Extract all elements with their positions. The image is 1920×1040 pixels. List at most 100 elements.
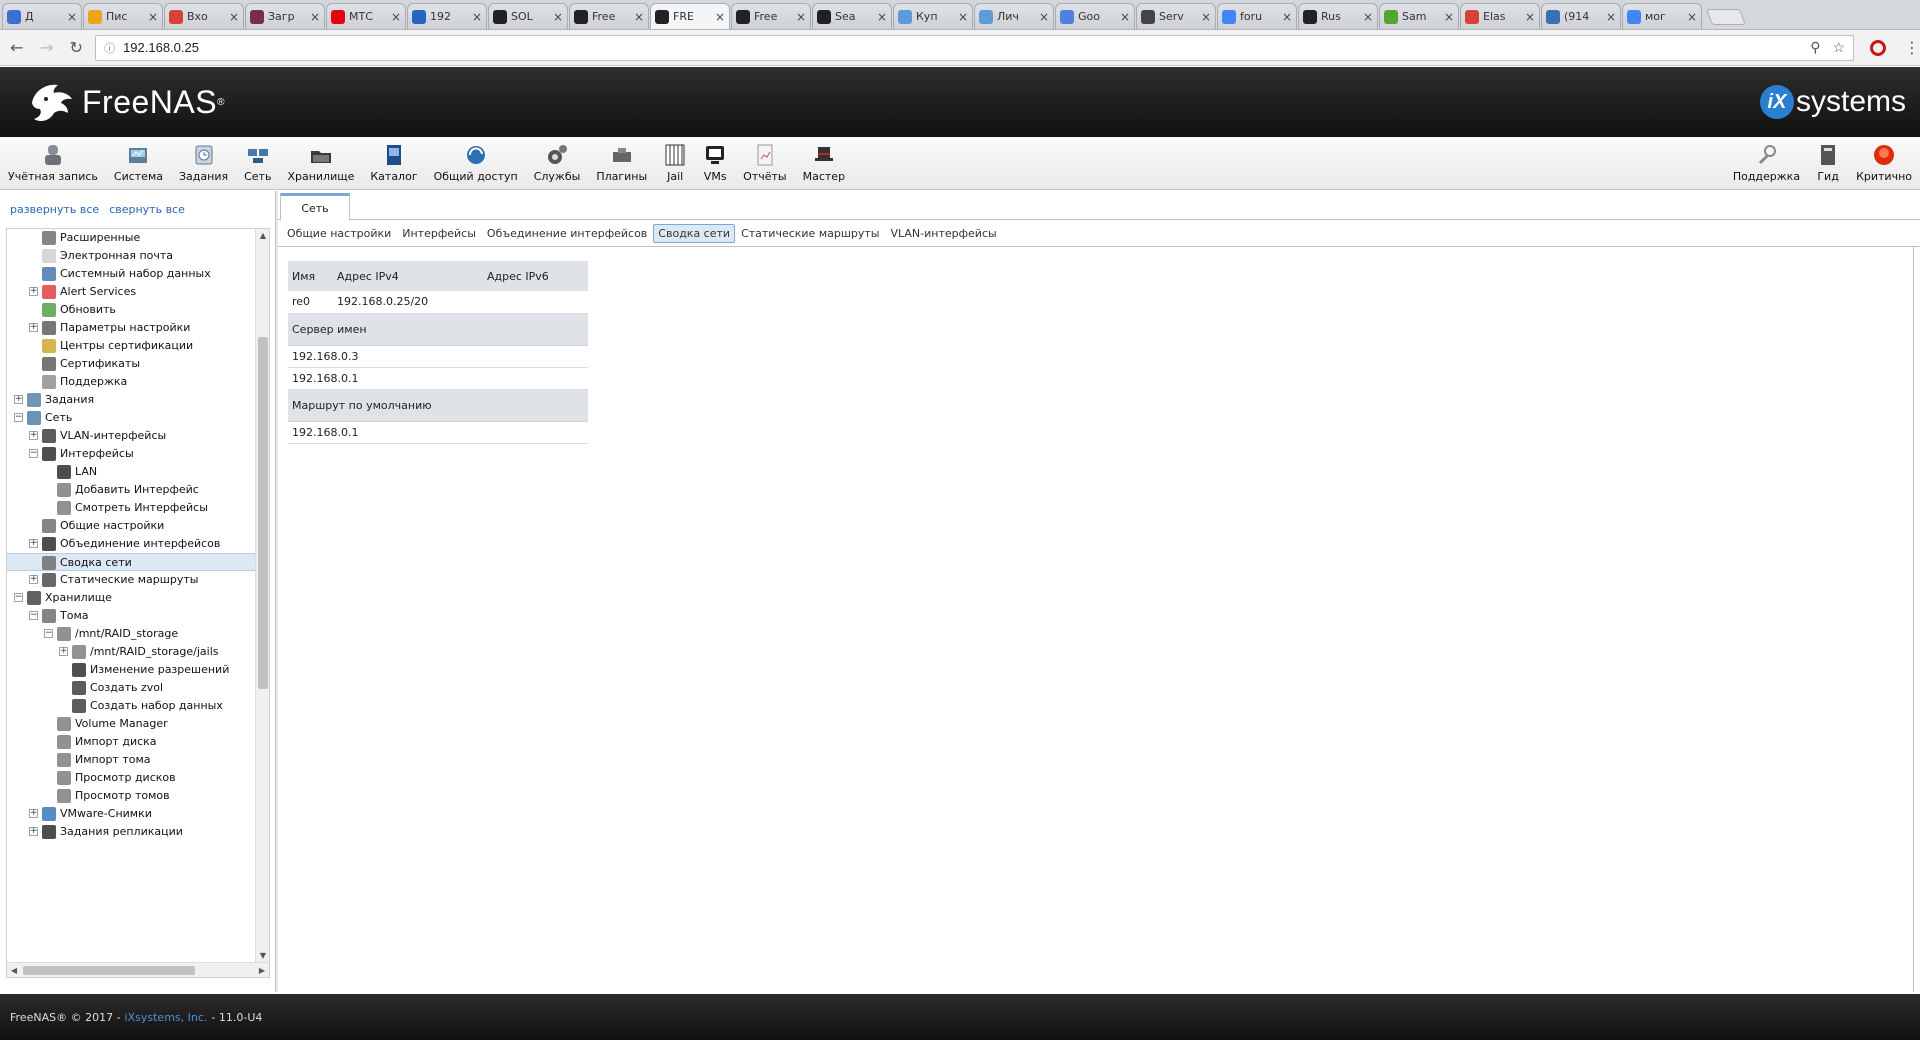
toolbar-button-plugins[interactable]: Плагины — [588, 137, 655, 189]
subtab[interactable]: Объединение интерфейсов — [482, 224, 652, 243]
collapse-all-link[interactable]: свернуть все — [109, 203, 185, 216]
tree-item[interactable]: Импорт диска — [7, 733, 256, 751]
toolbar-button-services[interactable]: Службы — [526, 137, 589, 189]
footer-company-link[interactable]: iXsystems, Inc. — [125, 1011, 208, 1024]
tree-item[interactable]: Изменение разрешений — [7, 661, 256, 679]
close-tab-icon[interactable]: × — [148, 10, 158, 24]
tree-item[interactable]: Сертификаты — [7, 355, 256, 373]
browser-tab[interactable]: Free × — [569, 3, 649, 29]
close-tab-icon[interactable]: × — [796, 10, 806, 24]
tree-item[interactable]: + Задания репликации — [7, 823, 256, 841]
tree-item[interactable]: Импорт тома — [7, 751, 256, 769]
close-tab-icon[interactable]: × — [1606, 10, 1616, 24]
tree-item[interactable]: Просмотр томов — [7, 787, 256, 805]
tree-item[interactable]: + VLAN-интерфейсы — [7, 427, 256, 445]
subtab[interactable]: Общие настройки — [282, 224, 396, 243]
expand-icon[interactable]: + — [29, 575, 38, 584]
close-tab-icon[interactable]: × — [1120, 10, 1130, 24]
collapse-icon[interactable]: − — [14, 593, 23, 602]
browser-tab[interactable]: Д × — [2, 3, 82, 29]
expand-icon[interactable]: + — [59, 647, 68, 656]
close-tab-icon[interactable]: × — [1282, 10, 1292, 24]
browser-tab[interactable]: мог × — [1622, 3, 1702, 29]
close-tab-icon[interactable]: × — [391, 10, 401, 24]
close-tab-icon[interactable]: × — [229, 10, 239, 24]
new-tab-button[interactable] — [1706, 9, 1746, 25]
tab-network[interactable]: Сеть — [280, 193, 350, 221]
browser-tab[interactable]: МТС × — [326, 3, 406, 29]
close-tab-icon[interactable]: × — [1039, 10, 1049, 24]
tree-item[interactable]: Смотреть Интерфейсы — [7, 499, 256, 517]
expand-icon[interactable]: + — [29, 809, 38, 818]
toolbar-button-directory[interactable]: Каталог — [362, 137, 425, 189]
browser-tab[interactable]: Пис × — [83, 3, 163, 29]
tree-item[interactable]: + Объединение интерфейсов — [7, 535, 256, 553]
browser-tab[interactable]: Лич × — [974, 3, 1054, 29]
toolbar-button-guide[interactable]: Гид — [1808, 137, 1848, 189]
close-tab-icon[interactable]: × — [553, 10, 563, 24]
tree-item[interactable]: Расширенные — [7, 229, 256, 247]
browser-tab[interactable]: Serv × — [1136, 3, 1216, 29]
scroll-down-icon[interactable]: ▼ — [256, 949, 269, 963]
scroll-up-icon[interactable]: ▲ — [256, 229, 269, 243]
toolbar-button-reports[interactable]: Отчёты — [735, 137, 794, 189]
tree-item[interactable]: Электронная почта — [7, 247, 256, 265]
close-tab-icon[interactable]: × — [1201, 10, 1211, 24]
expand-icon[interactable]: + — [29, 287, 38, 296]
browser-tab[interactable]: Sam × — [1379, 3, 1459, 29]
tree-item[interactable]: LAN — [7, 463, 256, 481]
scroll-right-icon[interactable]: ▶ — [255, 963, 269, 977]
browser-tab[interactable]: Куп × — [893, 3, 973, 29]
tree-item[interactable]: Создать zvol — [7, 679, 256, 697]
tree-item[interactable]: Добавить Интерфейс — [7, 481, 256, 499]
browser-tab[interactable]: Вхо × — [164, 3, 244, 29]
browser-tab[interactable]: SOL × — [488, 3, 568, 29]
tree-item[interactable]: Создать набор данных — [7, 697, 256, 715]
collapse-icon[interactable]: − — [44, 629, 53, 638]
browser-tab[interactable]: (914 × — [1541, 3, 1621, 29]
browser-tab[interactable]: foru × — [1217, 3, 1297, 29]
toolbar-button-support[interactable]: Поддержка — [1725, 137, 1808, 189]
browser-tab[interactable]: Загр × — [245, 3, 325, 29]
browser-tab[interactable]: 192 × — [407, 3, 487, 29]
tree-item[interactable]: + Alert Services — [7, 283, 256, 301]
expand-icon[interactable]: + — [29, 323, 38, 332]
scroll-left-icon[interactable]: ◀ — [7, 963, 21, 977]
tree-item[interactable]: Общие настройки — [7, 517, 256, 535]
tree-item[interactable]: − Интерфейсы — [7, 445, 256, 463]
tree-item[interactable]: − Хранилище — [7, 589, 256, 607]
tree-horizontal-scrollbar[interactable]: ◀ ▶ — [7, 962, 269, 977]
close-tab-icon[interactable]: × — [1444, 10, 1454, 24]
browser-tab[interactable]: Sea × — [812, 3, 892, 29]
tree-item[interactable]: + Статические маршруты — [7, 571, 256, 589]
browser-tab[interactable]: Elas × — [1460, 3, 1540, 29]
tree-item[interactable]: Поддержка — [7, 373, 256, 391]
close-tab-icon[interactable]: × — [1525, 10, 1535, 24]
close-tab-icon[interactable]: × — [1363, 10, 1373, 24]
expand-icon[interactable]: + — [29, 431, 38, 440]
expand-all-link[interactable]: развернуть все — [10, 203, 99, 216]
tree-item[interactable]: + Задания — [7, 391, 256, 409]
url-input[interactable]: ⓘ 192.168.0.25 ⚲ ☆ — [95, 34, 1855, 61]
browser-menu-icon[interactable]: ⋮ — [1904, 38, 1920, 57]
collapse-icon[interactable]: − — [14, 413, 23, 422]
tree-item[interactable]: Volume Manager — [7, 715, 256, 733]
tree-vertical-scrollbar[interactable]: ▲ ▼ — [255, 229, 269, 963]
ixsystems-logo[interactable]: iX systems — [1759, 85, 1906, 119]
tree-item[interactable]: Обновить — [7, 301, 256, 319]
tree-item[interactable]: + Параметры настройки — [7, 319, 256, 337]
tree-item[interactable]: Сводка сети — [7, 553, 256, 571]
tree-item[interactable]: Просмотр дисков — [7, 769, 256, 787]
toolbar-button-wizard[interactable]: Мастер — [795, 137, 853, 189]
vertical-scroll-thumb[interactable] — [258, 337, 268, 689]
close-tab-icon[interactable]: × — [877, 10, 887, 24]
tree-item[interactable]: − Тома — [7, 607, 256, 625]
back-icon[interactable]: ← — [4, 35, 30, 61]
key-icon[interactable]: ⚲ — [1810, 39, 1820, 56]
close-tab-icon[interactable]: × — [472, 10, 482, 24]
toolbar-button-tasks[interactable]: Задания — [171, 137, 236, 189]
collapse-icon[interactable]: − — [29, 449, 38, 458]
toolbar-button-account[interactable]: Учётная запись — [0, 137, 106, 189]
reload-icon[interactable]: ↻ — [63, 35, 89, 61]
toolbar-button-system[interactable]: Система — [106, 137, 171, 189]
